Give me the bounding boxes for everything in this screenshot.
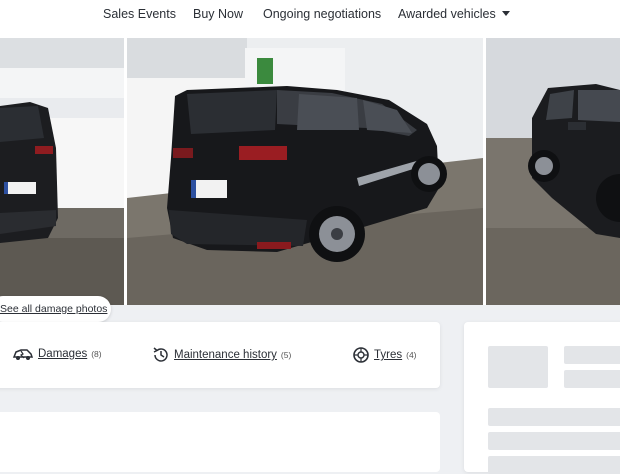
vehicle-photo-gallery: See all damage photos (0, 38, 620, 322)
tyres-label: Tyres (374, 349, 403, 361)
vehicle-info-card: Damages (8) Maintenance history (5) Tyre… (0, 322, 440, 388)
nav-sales-events[interactable]: Sales Events (103, 7, 176, 21)
nav-buy-now[interactable]: Buy Now (193, 7, 243, 21)
skeleton-line (488, 432, 620, 450)
maintenance-history-link[interactable]: Maintenance history (5) (152, 346, 291, 364)
nav-awarded-label: Awarded vehicles (398, 7, 496, 21)
damages-count: (8) (91, 349, 102, 359)
tyres-count: (4) (406, 350, 417, 360)
damages-link[interactable]: Damages (8) (12, 346, 102, 362)
vehicle-photo-rear-left[interactable] (0, 38, 124, 305)
skeleton-block (488, 346, 548, 388)
details-card (0, 412, 440, 472)
damages-icon (12, 349, 34, 360)
history-clock-icon (153, 347, 168, 362)
maintenance-history-count: (5) (280, 350, 292, 360)
damages-label: Damages (38, 348, 88, 360)
top-navigation: Sales Events Buy Now Ongoing negotiation… (0, 0, 620, 38)
skeleton-line (564, 346, 620, 364)
vehicle-photo-side[interactable] (486, 38, 620, 305)
chevron-down-icon (501, 11, 510, 17)
skeleton-line (488, 408, 620, 426)
nav-awarded-vehicles[interactable]: Awarded vehicles (398, 7, 510, 21)
vehicle-photo-main[interactable] (127, 38, 483, 305)
price-panel-skeleton (464, 322, 620, 474)
skeleton-line (488, 456, 620, 474)
tyre-icon (353, 347, 369, 363)
see-all-damage-photos-link[interactable]: See all damage photos (0, 296, 111, 322)
skeleton-line (564, 370, 620, 388)
tyres-link[interactable]: Tyres (4) (352, 346, 417, 364)
maintenance-history-label: Maintenance history (174, 349, 277, 361)
nav-ongoing-negotiations[interactable]: Ongoing negotiations (263, 7, 381, 21)
